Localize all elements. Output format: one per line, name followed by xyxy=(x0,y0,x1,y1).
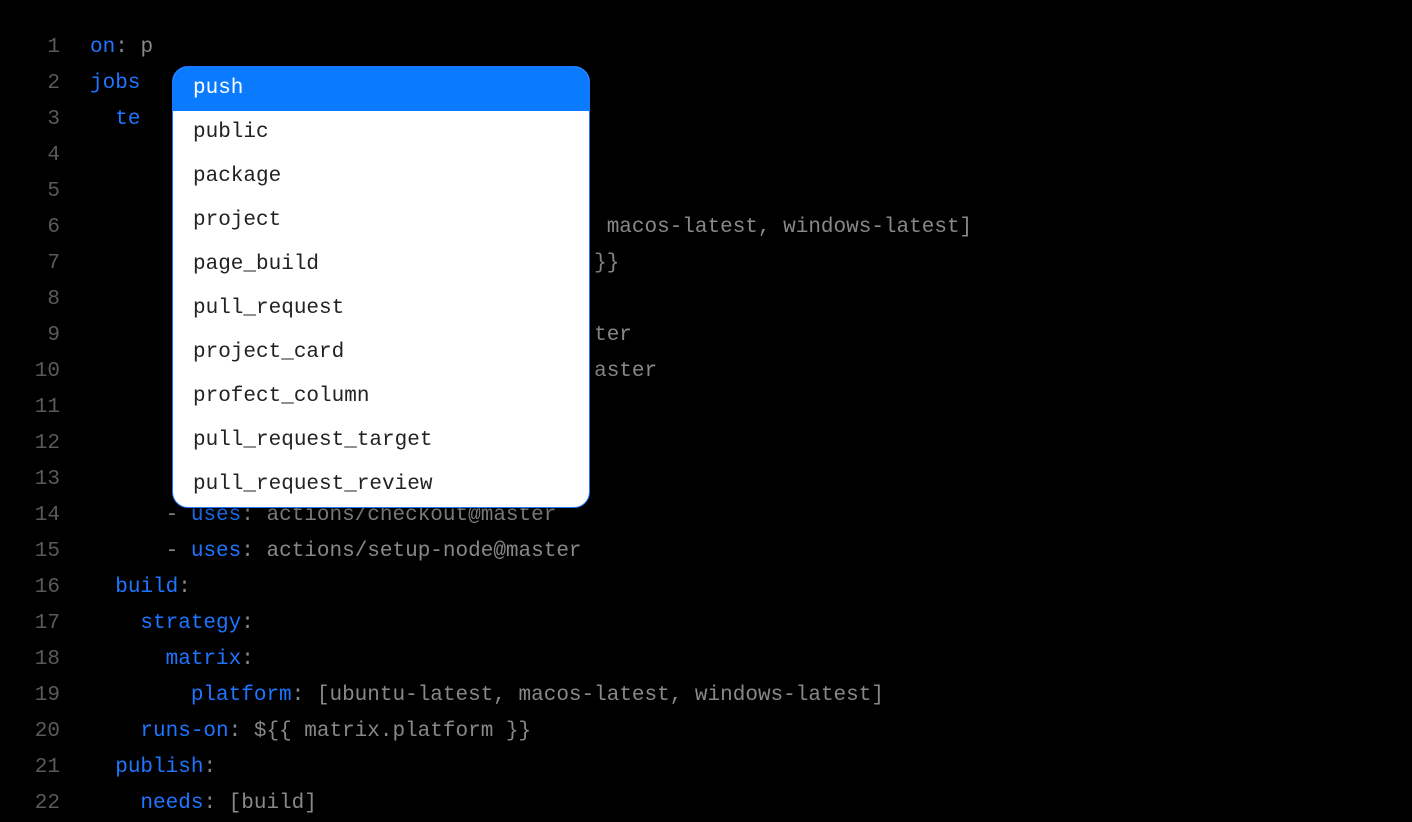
line-number: 14 xyxy=(0,498,60,534)
line-number-gutter: 1 2 3 4 5 6 7 8 9 10 11 12 13 14 15 16 1… xyxy=(0,30,90,822)
line-number: 17 xyxy=(0,606,60,642)
yaml-key: publish xyxy=(115,756,203,779)
line-number: 11 xyxy=(0,390,60,426)
yaml-value: [build] xyxy=(229,792,317,815)
line-number: 6 xyxy=(0,210,60,246)
line-number: 20 xyxy=(0,714,60,750)
line-number: 3 xyxy=(0,102,60,138)
line-number: 5 xyxy=(0,174,60,210)
yaml-key: runs-on xyxy=(140,720,228,743)
yaml-value: aster xyxy=(594,360,657,383)
line-number: 10 xyxy=(0,354,60,390)
line-number: 19 xyxy=(0,678,60,714)
autocomplete-item[interactable]: profect_column xyxy=(173,375,589,419)
yaml-key: jobs xyxy=(90,72,140,95)
line-number: 16 xyxy=(0,570,60,606)
code-line: needs: [build] xyxy=(90,786,1412,822)
autocomplete-popup[interactable]: push public package project page_build p… xyxy=(172,66,590,508)
line-number: 4 xyxy=(0,138,60,174)
code-line: matrix: xyxy=(90,642,1412,678)
yaml-key: platform xyxy=(191,684,292,707)
line-number: 1 xyxy=(0,30,60,66)
line-number: 2 xyxy=(0,66,60,102)
code-line: on: p xyxy=(90,30,1412,66)
autocomplete-item[interactable]: page_build xyxy=(173,243,589,287)
line-number: 21 xyxy=(0,750,60,786)
yaml-value: ${{ matrix.platform }} xyxy=(254,720,531,743)
line-number: 15 xyxy=(0,534,60,570)
yaml-value: p xyxy=(140,36,153,59)
line-number: 9 xyxy=(0,318,60,354)
autocomplete-item[interactable]: pull_request_review xyxy=(173,463,589,507)
line-number: 7 xyxy=(0,246,60,282)
line-number: 13 xyxy=(0,462,60,498)
autocomplete-item[interactable]: push xyxy=(173,67,589,111)
line-number: 18 xyxy=(0,642,60,678)
yaml-key: on xyxy=(90,36,115,59)
line-number: 8 xyxy=(0,282,60,318)
autocomplete-item[interactable]: public xyxy=(173,111,589,155)
autocomplete-item[interactable]: pull_request xyxy=(173,287,589,331)
code-line: publish: xyxy=(90,750,1412,786)
yaml-key: matrix xyxy=(166,648,242,671)
yaml-value: }} xyxy=(594,252,619,275)
code-line: build: xyxy=(90,570,1412,606)
code-line: platform: [ubuntu-latest, macos-latest, … xyxy=(90,678,1412,714)
yaml-value: actions/setup-node@master xyxy=(266,540,581,563)
line-number: 12 xyxy=(0,426,60,462)
autocomplete-item[interactable]: pull_request_target xyxy=(173,419,589,463)
autocomplete-item[interactable]: package xyxy=(173,155,589,199)
yaml-value: [ubuntu-latest, macos-latest, windows-la… xyxy=(317,684,884,707)
yaml-key: build xyxy=(115,576,178,599)
code-line: runs-on: ${{ matrix.platform }} xyxy=(90,714,1412,750)
yaml-dash: - xyxy=(166,540,191,563)
yaml-key: uses xyxy=(191,540,241,563)
yaml-key: te xyxy=(115,108,140,131)
code-line: strategy: xyxy=(90,606,1412,642)
autocomplete-item[interactable]: project xyxy=(173,199,589,243)
line-number: 22 xyxy=(0,786,60,822)
yaml-key: needs xyxy=(140,792,203,815)
autocomplete-item[interactable]: project_card xyxy=(173,331,589,375)
yaml-value: , macos-latest, windows-latest] xyxy=(581,216,972,239)
code-line: - uses: actions/setup-node@master xyxy=(90,534,1412,570)
yaml-key: strategy xyxy=(140,612,241,635)
yaml-value: ter xyxy=(594,324,632,347)
